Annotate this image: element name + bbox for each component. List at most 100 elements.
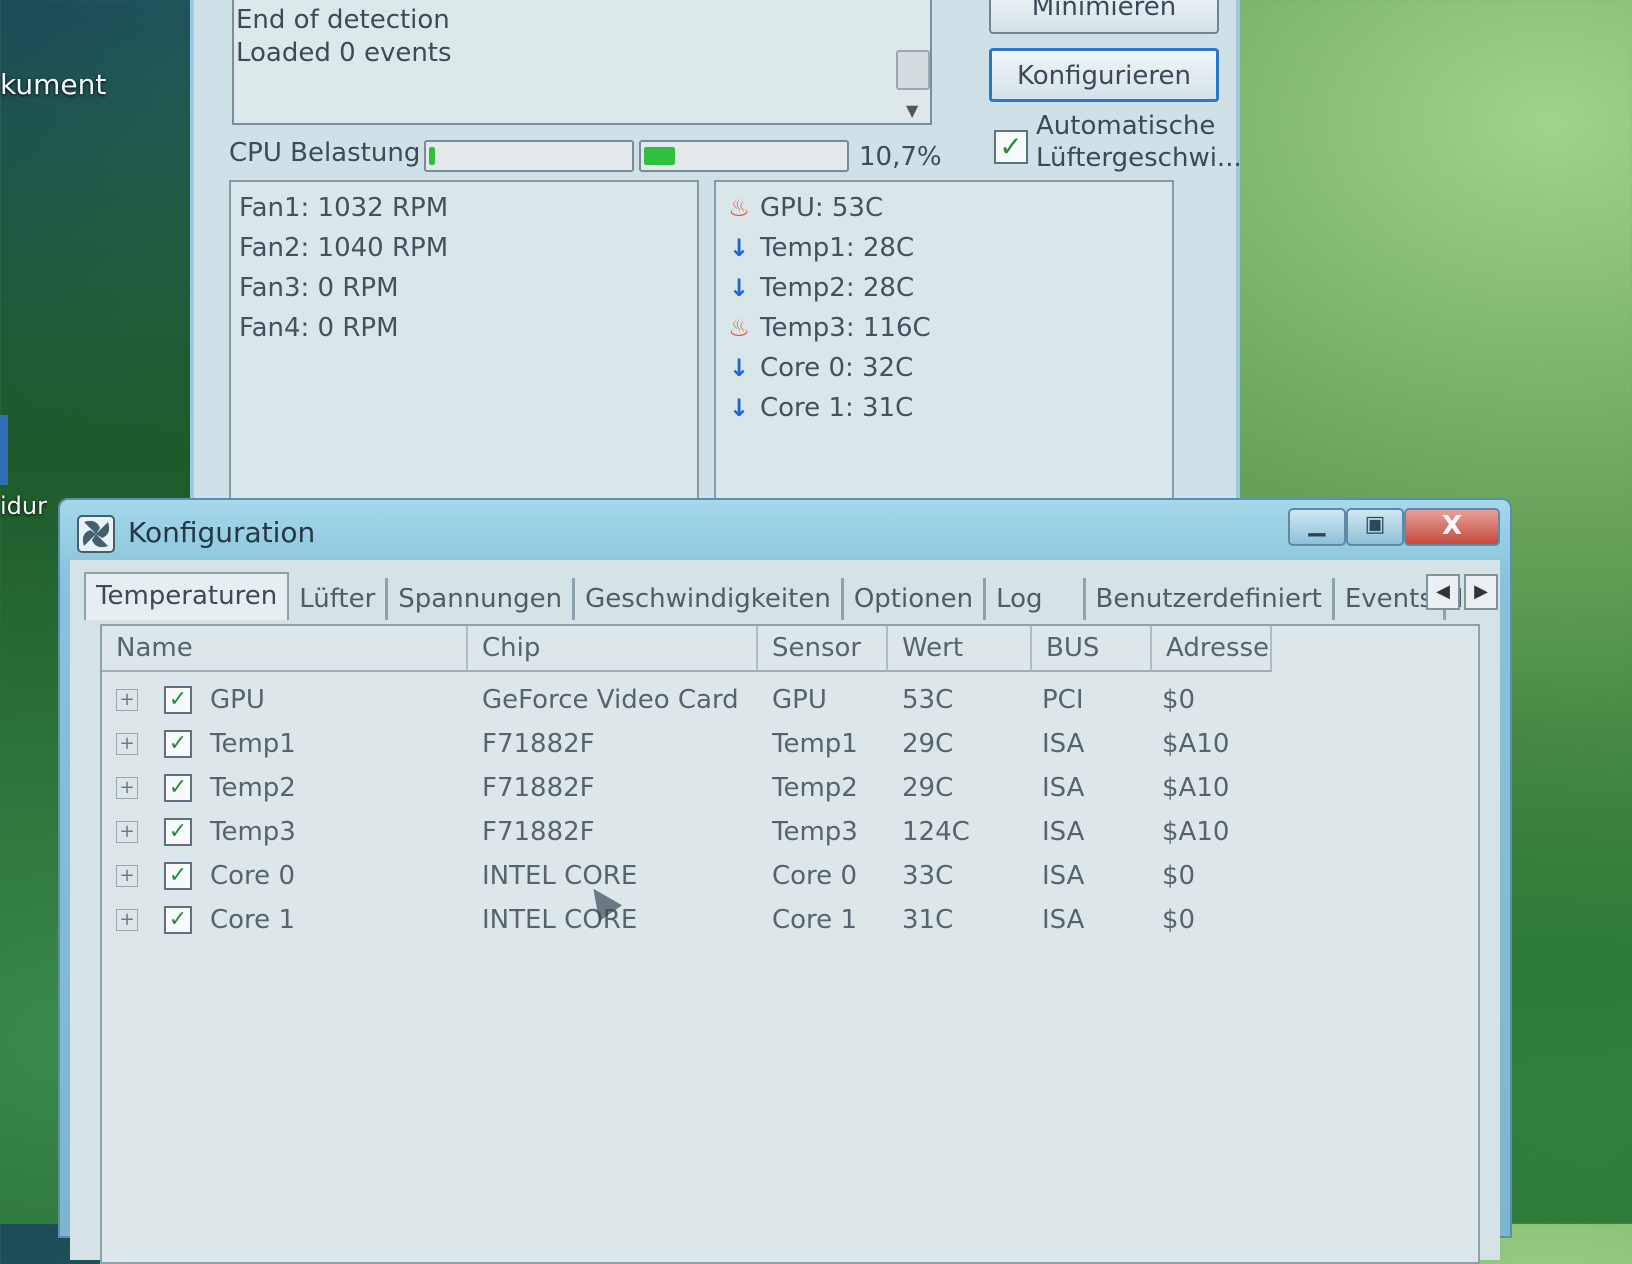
tab-geschwindigkeiten[interactable]: Geschwindigkeiten bbox=[575, 578, 844, 620]
tab-luefter[interactable]: Lüfter bbox=[289, 578, 389, 620]
cell-sensor: Core 0 bbox=[772, 861, 857, 891]
column-header-adresse[interactable]: Adresse bbox=[1152, 626, 1272, 670]
window-maximize-button[interactable]: ▣ bbox=[1346, 508, 1404, 546]
cell-sensor: Temp2 bbox=[772, 773, 858, 803]
progress-fill bbox=[429, 147, 436, 165]
temp-text: Core 1: 31C bbox=[760, 393, 914, 423]
tab-scroll-right-icon[interactable]: ▶ bbox=[1464, 574, 1498, 610]
window-client-area: Temperaturen Lüfter Spannungen Geschwind… bbox=[70, 560, 1500, 1264]
window-title: Konfiguration bbox=[128, 516, 316, 549]
column-header-name[interactable]: Name bbox=[102, 626, 468, 670]
log-scrollbar[interactable]: ▼ bbox=[894, 0, 930, 120]
scroll-down-arrow-icon[interactable]: ▼ bbox=[906, 101, 918, 120]
cpu-core1-progress bbox=[424, 140, 634, 172]
cell-chip: INTEL CORE bbox=[482, 861, 638, 891]
log-line: Loaded 0 events bbox=[236, 38, 452, 68]
fan-reading: Fan1: 1032 RPM bbox=[239, 193, 449, 223]
cell-wert: 33C bbox=[902, 861, 954, 891]
cell-adresse: $0 bbox=[1162, 905, 1196, 935]
temp-text: Temp1: 28C bbox=[760, 233, 915, 263]
cell-bus: ISA bbox=[1042, 905, 1085, 935]
expand-icon[interactable]: + bbox=[116, 733, 138, 755]
expand-icon[interactable]: + bbox=[116, 689, 138, 711]
cell-chip: INTEL CORE bbox=[482, 905, 638, 935]
window-minimize-button[interactable]: ▁ bbox=[1288, 508, 1346, 546]
auto-fan-speed-label: Automatische Lüftergeschwi... bbox=[1036, 110, 1246, 174]
row-checkbox[interactable]: ✓ bbox=[164, 862, 192, 890]
cell-name: Temp1 bbox=[210, 729, 296, 759]
row-checkbox[interactable]: ✓ bbox=[164, 774, 192, 802]
cell-wert: 53C bbox=[902, 685, 954, 715]
auto-fan-speed-checkbox[interactable]: ✓ bbox=[994, 130, 1028, 164]
cell-sensor: Core 1 bbox=[772, 905, 857, 935]
cell-sensor: GPU bbox=[772, 685, 827, 715]
cell-adresse: $0 bbox=[1162, 861, 1196, 891]
table-row[interactable]: + ✓ GPU GeForce Video Card GPU 53C PCI $… bbox=[102, 678, 1272, 722]
temp-text: Core 0: 32C bbox=[760, 353, 914, 383]
temperatures-table: Name Chip Sensor Wert BUS Adresse + ✓ GP… bbox=[100, 624, 1480, 1264]
table-row[interactable]: + ✓ Temp2 F71882F Temp2 29C ISA $A10 bbox=[102, 766, 1272, 810]
cell-name: Temp2 bbox=[210, 773, 296, 803]
desktop-icon-label[interactable]: kument bbox=[0, 68, 106, 101]
cell-name: Core 1 bbox=[210, 905, 295, 935]
cell-chip: GeForce Video Card bbox=[482, 685, 739, 715]
window-close-button[interactable]: X bbox=[1404, 508, 1500, 546]
tab-optionen[interactable]: Optionen bbox=[844, 578, 987, 620]
column-header-chip[interactable]: Chip bbox=[468, 626, 758, 670]
row-checkbox[interactable]: ✓ bbox=[164, 906, 192, 934]
column-header-wert[interactable]: Wert bbox=[888, 626, 1032, 670]
table-row[interactable]: + ✓ Temp3 F71882F Temp3 124C ISA $A10 bbox=[102, 810, 1272, 854]
cell-chip: F71882F bbox=[482, 729, 595, 759]
configure-button[interactable]: Konfigurieren bbox=[989, 48, 1219, 102]
row-checkbox[interactable]: ✓ bbox=[164, 686, 192, 714]
row-checkbox[interactable]: ✓ bbox=[164, 818, 192, 846]
desktop-icon-label[interactable]: idur bbox=[0, 492, 47, 520]
row-checkbox[interactable]: ✓ bbox=[164, 730, 192, 758]
tab-log[interactable]: Log bbox=[986, 578, 1086, 620]
auto-fan-label-line: Automatische bbox=[1036, 111, 1216, 141]
expand-icon[interactable]: + bbox=[116, 777, 138, 799]
cell-bus: PCI bbox=[1042, 685, 1084, 715]
temp-text: Temp2: 28C bbox=[760, 273, 915, 303]
flame-icon: ♨ bbox=[728, 314, 750, 342]
tab-temperaturen[interactable]: Temperaturen bbox=[84, 572, 290, 620]
flame-icon: ♨ bbox=[728, 194, 750, 222]
column-header-sensor[interactable]: Sensor bbox=[758, 626, 888, 670]
cell-wert: 29C bbox=[902, 729, 954, 759]
desktop-selection-edge bbox=[0, 415, 8, 485]
log-line: End of detection bbox=[236, 5, 450, 35]
auto-fan-label-line: Lüftergeschwi... bbox=[1036, 143, 1242, 173]
cell-chip: F71882F bbox=[482, 817, 595, 847]
cell-adresse: $A10 bbox=[1162, 729, 1230, 759]
tab-benutzerdefiniert[interactable]: Benutzerdefiniert bbox=[1086, 578, 1335, 620]
tab-scroll-left-icon[interactable]: ◀ bbox=[1426, 574, 1460, 610]
fan-reading: Fan3: 0 RPM bbox=[239, 273, 399, 303]
table-row[interactable]: + ✓ Core 0 INTEL CORE Core 0 33C ISA $0 bbox=[102, 854, 1272, 898]
speedfan-main-window: End of detection Loaded 0 events ▼ Minim… bbox=[190, 0, 1242, 510]
arrow-down-icon: ↓ bbox=[728, 394, 750, 422]
cpu-load-label: CPU Belastung bbox=[229, 138, 421, 168]
cell-bus: ISA bbox=[1042, 861, 1085, 891]
temp-reading: ↓ Temp2: 28C bbox=[726, 268, 1172, 308]
cpu-core2-progress bbox=[639, 140, 849, 172]
table-row[interactable]: + ✓ Core 1 INTEL CORE Core 1 31C ISA $0 bbox=[102, 898, 1272, 942]
cell-name: Temp3 bbox=[210, 817, 296, 847]
expand-icon[interactable]: + bbox=[116, 821, 138, 843]
scroll-thumb[interactable] bbox=[896, 50, 930, 90]
fan-reading: Fan4: 0 RPM bbox=[239, 313, 399, 343]
expand-icon[interactable]: + bbox=[116, 909, 138, 931]
arrow-down-icon: ↓ bbox=[728, 234, 750, 262]
table-row[interactable]: + ✓ Temp1 F71882F Temp1 29C ISA $A10 bbox=[102, 722, 1272, 766]
tab-spannungen[interactable]: Spannungen bbox=[388, 578, 576, 620]
temp-reading: ↓ Core 0: 32C bbox=[726, 348, 1172, 388]
minimize-button[interactable]: Minimieren bbox=[989, 0, 1219, 34]
app-fan-icon bbox=[77, 515, 115, 553]
cell-bus: ISA bbox=[1042, 773, 1085, 803]
arrow-down-icon: ↓ bbox=[728, 274, 750, 302]
cell-name: GPU bbox=[210, 685, 265, 715]
column-header-bus[interactable]: BUS bbox=[1032, 626, 1152, 670]
cell-sensor: Temp3 bbox=[772, 817, 858, 847]
temp-text: GPU: 53C bbox=[760, 193, 884, 223]
expand-icon[interactable]: + bbox=[116, 865, 138, 887]
event-log[interactable]: End of detection Loaded 0 events bbox=[232, 0, 932, 125]
